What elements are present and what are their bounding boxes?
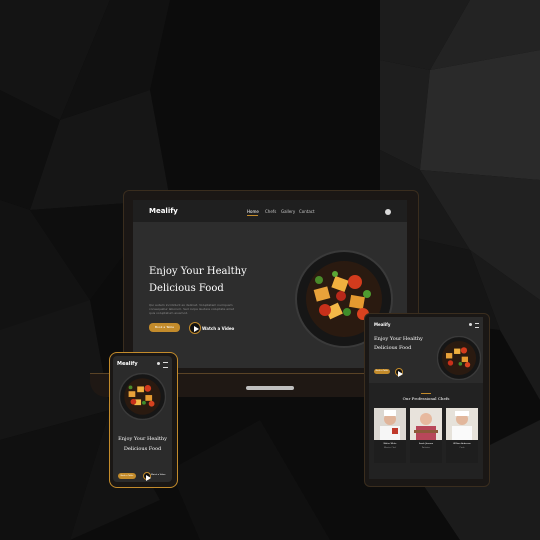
laptop-notch bbox=[246, 386, 294, 390]
chef-photo bbox=[374, 408, 406, 440]
phone-user-icon[interactable] bbox=[157, 362, 160, 365]
hero-title-line2: Delicious Food bbox=[149, 283, 224, 294]
play-video-icon[interactable] bbox=[189, 322, 201, 334]
tablet-menu-icon[interactable] bbox=[475, 323, 479, 328]
top-navbar: Mealify Home Chefs Gallery Contact bbox=[133, 200, 407, 222]
phone-brand-logo[interactable]: Mealify bbox=[117, 361, 138, 367]
tablet-brand-logo[interactable]: Mealify bbox=[374, 322, 390, 327]
chefs-section-title: Our Professional Chefs bbox=[402, 396, 450, 401]
phone-food-dish-image bbox=[119, 373, 166, 420]
tablet-food-dish-image bbox=[437, 336, 481, 380]
nav-active-underline bbox=[247, 215, 258, 216]
phone-play-video-icon[interactable] bbox=[143, 472, 152, 481]
phone-watch-video-link[interactable]: Watch a Video bbox=[151, 474, 165, 476]
user-icon[interactable] bbox=[385, 209, 391, 215]
chef-name: Walter White bbox=[383, 443, 397, 445]
chef-role: Master Chef bbox=[383, 447, 397, 449]
section-title-accent bbox=[421, 393, 431, 394]
chef-name: William Anderson bbox=[453, 443, 471, 445]
phone-menu-icon[interactable] bbox=[163, 362, 168, 368]
phone-book-table-button[interactable]: Book a Table bbox=[118, 473, 136, 479]
chef-photo bbox=[410, 408, 442, 440]
hero-description-3: quis voluptatum eiusmod. bbox=[149, 311, 189, 315]
brand-logo[interactable]: Mealify bbox=[149, 207, 178, 215]
phone-hero-title-line2: Delicious Food bbox=[123, 446, 162, 452]
chef-name: Sarah Jhonson bbox=[418, 443, 434, 445]
nav-link-home[interactable]: Home bbox=[247, 209, 259, 214]
tablet-user-icon[interactable] bbox=[469, 323, 472, 326]
watch-video-link[interactable]: Watch a Video bbox=[202, 326, 234, 331]
chef-role: Patissier bbox=[421, 447, 431, 449]
tablet-screen: Mealify Enjoy Your Healthy Delicious Foo… bbox=[369, 317, 483, 479]
chef-role: Cook bbox=[459, 447, 465, 449]
nav-link-chefs[interactable]: Chefs bbox=[265, 209, 276, 214]
tablet-book-table-button[interactable]: Book a Table bbox=[374, 369, 390, 374]
phone-screen: Mealify Enjoy Your Healthy Delicious Foo… bbox=[113, 356, 172, 482]
tablet-hero-title-line2: Delicious Food bbox=[374, 345, 412, 351]
chef-photo bbox=[446, 408, 478, 440]
book-table-button[interactable]: Book a Table bbox=[149, 323, 180, 332]
hero-title-line1: Enjoy Your Healthy bbox=[149, 266, 247, 277]
phone-hero-title-line1: Enjoy Your Healthy bbox=[118, 436, 167, 442]
nav-link-gallery[interactable]: Gallery bbox=[281, 209, 295, 214]
nav-link-contact[interactable]: Contact bbox=[299, 209, 315, 214]
chef-card[interactable]: Walter White Master Chef bbox=[374, 408, 406, 463]
tablet-play-video-icon[interactable] bbox=[395, 368, 404, 377]
tablet-hero-title-line1: Enjoy Your Healthy bbox=[374, 336, 423, 342]
chef-card[interactable]: Sarah Jhonson Patissier bbox=[410, 408, 442, 463]
chef-card[interactable]: William Anderson Cook bbox=[446, 408, 478, 463]
